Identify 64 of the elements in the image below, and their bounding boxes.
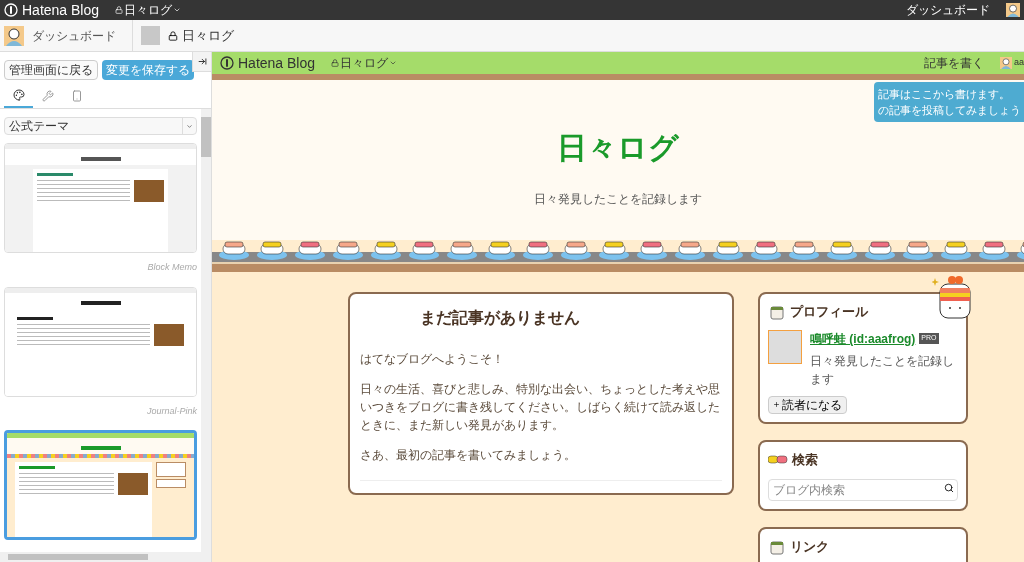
scrollbar-thumb[interactable] xyxy=(8,554,148,560)
lock-icon xyxy=(331,59,340,67)
plus-icon xyxy=(773,401,780,408)
caret-icon xyxy=(173,6,182,14)
blog-title[interactable]: 日々ログ xyxy=(557,124,679,170)
logo-icon xyxy=(220,56,234,70)
heading-line-drawing xyxy=(37,173,73,176)
logo-icon xyxy=(4,3,18,17)
post-paragraph: はてなブログへようこそ！ xyxy=(360,351,505,368)
widget-heading: プロフィール xyxy=(790,303,868,321)
photo-placeholder xyxy=(118,473,148,495)
scrollbar[interactable] xyxy=(201,109,211,552)
search-icon xyxy=(944,483,954,493)
horizontal-scrollbar[interactable] xyxy=(0,552,211,562)
blog-icon xyxy=(141,26,160,45)
widget-heading: 検索 xyxy=(792,450,818,469)
blog-menu[interactable]: 日々ログ xyxy=(331,54,398,72)
scrollbar-thumb[interactable] xyxy=(201,117,211,157)
logo-text[interactable]: Hatena Blog xyxy=(238,52,316,74)
heading-line-drawing xyxy=(19,466,55,469)
back-button[interactable]: 管理画面に戻る xyxy=(4,60,98,80)
search-field[interactable]: ブログ内検索 xyxy=(768,479,958,501)
photo-placeholder xyxy=(154,323,184,346)
theme-thumbnail[interactable] xyxy=(4,430,197,540)
lock-icon xyxy=(115,6,124,14)
collapse-button[interactable] xyxy=(192,52,211,72)
blog-title[interactable]: 日々ログ xyxy=(182,25,234,46)
theme-dropdown[interactable]: 公式テーマ xyxy=(4,117,197,135)
collapse-icon xyxy=(197,57,207,66)
sushi-icon xyxy=(768,454,788,465)
dashboard-link[interactable]: ダッシュボード xyxy=(906,1,990,19)
sidebar-drawing xyxy=(156,462,186,488)
theme-name: Journal-Pink xyxy=(146,404,197,418)
write-post-link[interactable]: 記事を書く xyxy=(924,54,984,72)
title-line-drawing xyxy=(80,300,121,305)
profile-bio: 日々発見したことを記録します xyxy=(810,352,955,388)
avatar-icon xyxy=(4,25,24,46)
title-line-drawing xyxy=(80,157,121,161)
title-line-drawing xyxy=(80,446,121,450)
user-name[interactable]: aa xyxy=(1014,56,1024,70)
tooltip-text: 記事はここから書けます。 xyxy=(878,87,1011,102)
post-paragraph: 日々の生活、喜びと悲しみ、特別な出会い、ちょっとした考えや思いつきをブログに書き残してください。しばらく続けて読み返したときに、また新しい発見があります。 xyxy=(360,381,721,434)
follow-button[interactable]: 読者になる xyxy=(768,395,847,414)
caret-icon xyxy=(186,122,193,130)
caret-icon xyxy=(389,59,398,67)
post-title: まだ記事がありません xyxy=(420,308,581,328)
palette-icon xyxy=(12,89,25,101)
widget-heading: リンク xyxy=(790,538,829,556)
photo-placeholder xyxy=(134,180,164,202)
blog-description: 日々発見したことを記録します xyxy=(534,190,702,208)
dashboard-link[interactable]: ダッシュボード xyxy=(32,26,128,45)
wrench-icon xyxy=(41,90,54,102)
heading-line-drawing xyxy=(17,316,53,320)
theme-name: Block Memo xyxy=(147,261,197,274)
phone-icon xyxy=(70,90,83,102)
profile-name-link[interactable]: 鳴呼蛙 (id:aaafrog) xyxy=(810,329,916,348)
tooltip-text: の記事を投稿してみましょう xyxy=(878,103,1020,118)
post-paragraph: さあ、最初の記事を書いてみましょう。 xyxy=(360,447,577,464)
avatar-icon xyxy=(1006,3,1020,17)
avatar-icon xyxy=(1000,57,1012,69)
logo-text[interactable]: Hatena Blog xyxy=(22,0,100,21)
avatar-silhouette xyxy=(768,329,802,364)
lock-icon xyxy=(168,30,178,41)
blog-menu[interactable]: 日々ログ xyxy=(115,1,182,19)
